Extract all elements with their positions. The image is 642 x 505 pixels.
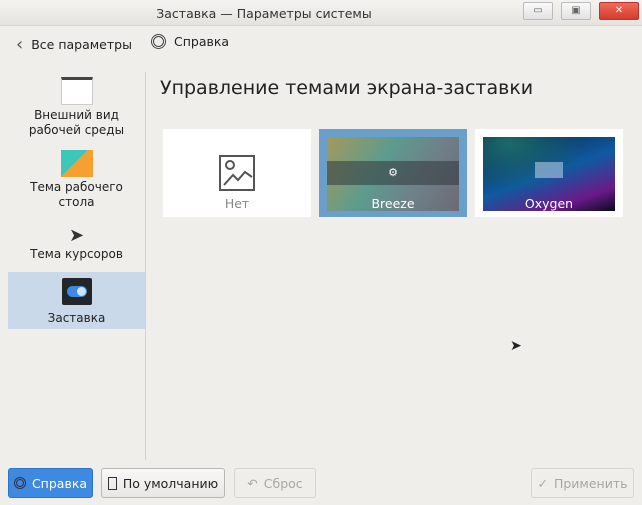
- minimize-button[interactable]: ▭: [523, 2, 553, 20]
- close-button[interactable]: ✕: [599, 2, 639, 20]
- theme-tile-none[interactable]: Нет: [163, 129, 311, 217]
- reset-label: Сброс: [263, 475, 303, 491]
- page-title: Управление темами экрана-заставки: [160, 77, 534, 99]
- help-label: Справка: [31, 475, 88, 491]
- sidebar-item-label: Тема рабочего стола: [30, 180, 123, 209]
- document-icon: [107, 476, 117, 490]
- help-label: Справка: [174, 34, 230, 49]
- apply-button[interactable]: ✓ Применить: [531, 468, 634, 498]
- window-icon: [60, 77, 93, 105]
- title-bar: Заставка — Параметры системы ▭ ▣ ✕: [0, 0, 642, 26]
- sidebar-item-desktop-theme[interactable]: Тема рабочего стола: [8, 150, 145, 214]
- maximize-button[interactable]: ▣: [561, 2, 591, 20]
- theme-label: Breeze: [371, 196, 415, 211]
- theme-label: Нет: [224, 196, 250, 211]
- sidebar-item-label: Тема курсоров: [30, 247, 123, 261]
- cursor-icon: ➤: [68, 225, 85, 246]
- theme-label: Oxygen: [524, 196, 574, 211]
- back-button[interactable]: ‹ Все параметры: [16, 34, 132, 55]
- sidebar-item-screensaver[interactable]: Заставка: [8, 272, 145, 329]
- window-title: Заставка — Параметры системы: [156, 6, 372, 21]
- lifebuoy-icon: [151, 34, 166, 49]
- mouse-cursor-icon: ➤: [510, 338, 522, 354]
- reset-button[interactable]: ↶ Сброс: [234, 468, 316, 498]
- help-toolbar-button[interactable]: Справка: [151, 34, 229, 49]
- undo-icon: ↶: [247, 475, 258, 491]
- sidebar-item-label: Заставка: [47, 311, 106, 325]
- apply-label: Применить: [553, 475, 628, 491]
- theme-tile-breeze[interactable]: ⚙ Breeze: [319, 129, 467, 217]
- sidebar-divider: [145, 72, 146, 460]
- toggle-icon: [61, 278, 92, 305]
- lifebuoy-icon: [13, 477, 26, 489]
- theme-tile-oxygen[interactable]: Oxygen: [475, 129, 623, 217]
- image-placeholder-icon: [219, 155, 255, 191]
- defaults-label: По умолчанию: [122, 475, 219, 491]
- sidebar-item-cursors[interactable]: ➤ Тема курсоров: [8, 225, 145, 269]
- desktop-theme-icon: [60, 150, 93, 177]
- check-icon: ✓: [537, 475, 548, 491]
- chevron-left-icon: ‹: [16, 34, 24, 55]
- defaults-button[interactable]: По умолчанию: [101, 468, 225, 498]
- sidebar-item-label: Внешний вид рабочей среды: [28, 108, 125, 137]
- help-button[interactable]: Справка: [8, 468, 93, 498]
- back-label: Все параметры: [31, 37, 132, 52]
- sidebar-item-appearance[interactable]: Внешний вид рабочей среды: [8, 77, 145, 143]
